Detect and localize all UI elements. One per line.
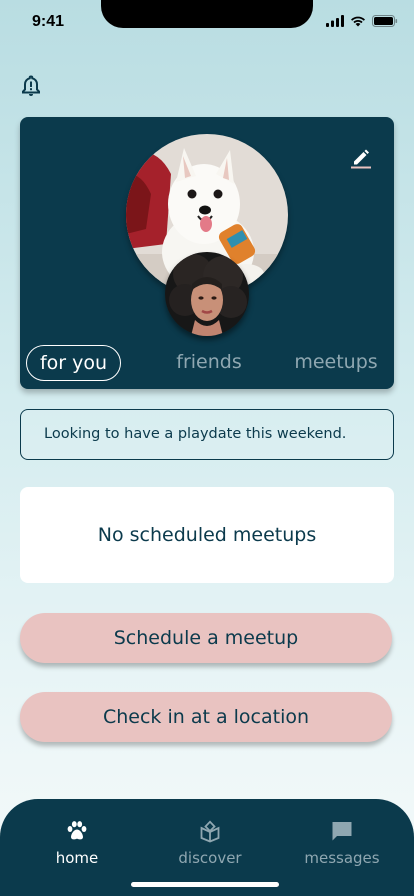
- battery-icon: [372, 15, 398, 27]
- nav-label-discover: discover: [178, 849, 242, 867]
- nav-label-messages: messages: [304, 849, 380, 867]
- schedule-meetup-button[interactable]: Schedule a meetup: [20, 613, 392, 663]
- cellular-signal-icon: [326, 15, 344, 27]
- tab-for-you[interactable]: for you: [26, 345, 121, 381]
- pencil-icon[interactable]: [350, 147, 372, 169]
- owner-photo[interactable]: [165, 252, 249, 336]
- meetups-empty-text: No scheduled meetups: [97, 524, 317, 546]
- tab-meetups[interactable]: meetups: [293, 345, 379, 381]
- meetups-empty-card: No scheduled meetups: [20, 487, 394, 583]
- bell-alert-icon[interactable]: [19, 74, 43, 98]
- owner-portrait-photo: [165, 252, 249, 336]
- profile-tabs: for you friends meetups: [26, 345, 388, 381]
- wifi-icon: [351, 16, 365, 27]
- status-time: 9:41: [32, 13, 65, 30]
- chat-bubble-icon: [332, 822, 352, 841]
- device-notch: [101, 0, 313, 28]
- nav-item-discover[interactable]: discover: [155, 799, 265, 867]
- bottom-nav: home discover messages: [0, 799, 414, 896]
- nav-item-home[interactable]: home: [22, 799, 132, 867]
- profile-card: for you friends meetups: [20, 117, 394, 389]
- open-box-icon: [200, 820, 220, 843]
- paw-icon: [67, 821, 87, 840]
- tab-friends[interactable]: friends: [174, 345, 244, 381]
- home-indicator: [131, 882, 279, 887]
- status-message-field[interactable]: Looking to have a playdate this weekend.: [20, 409, 394, 460]
- check-in-button[interactable]: Check in at a location: [20, 692, 392, 742]
- status-icons: [326, 15, 398, 27]
- nav-label-home: home: [55, 849, 99, 867]
- nav-item-messages[interactable]: messages: [287, 799, 397, 867]
